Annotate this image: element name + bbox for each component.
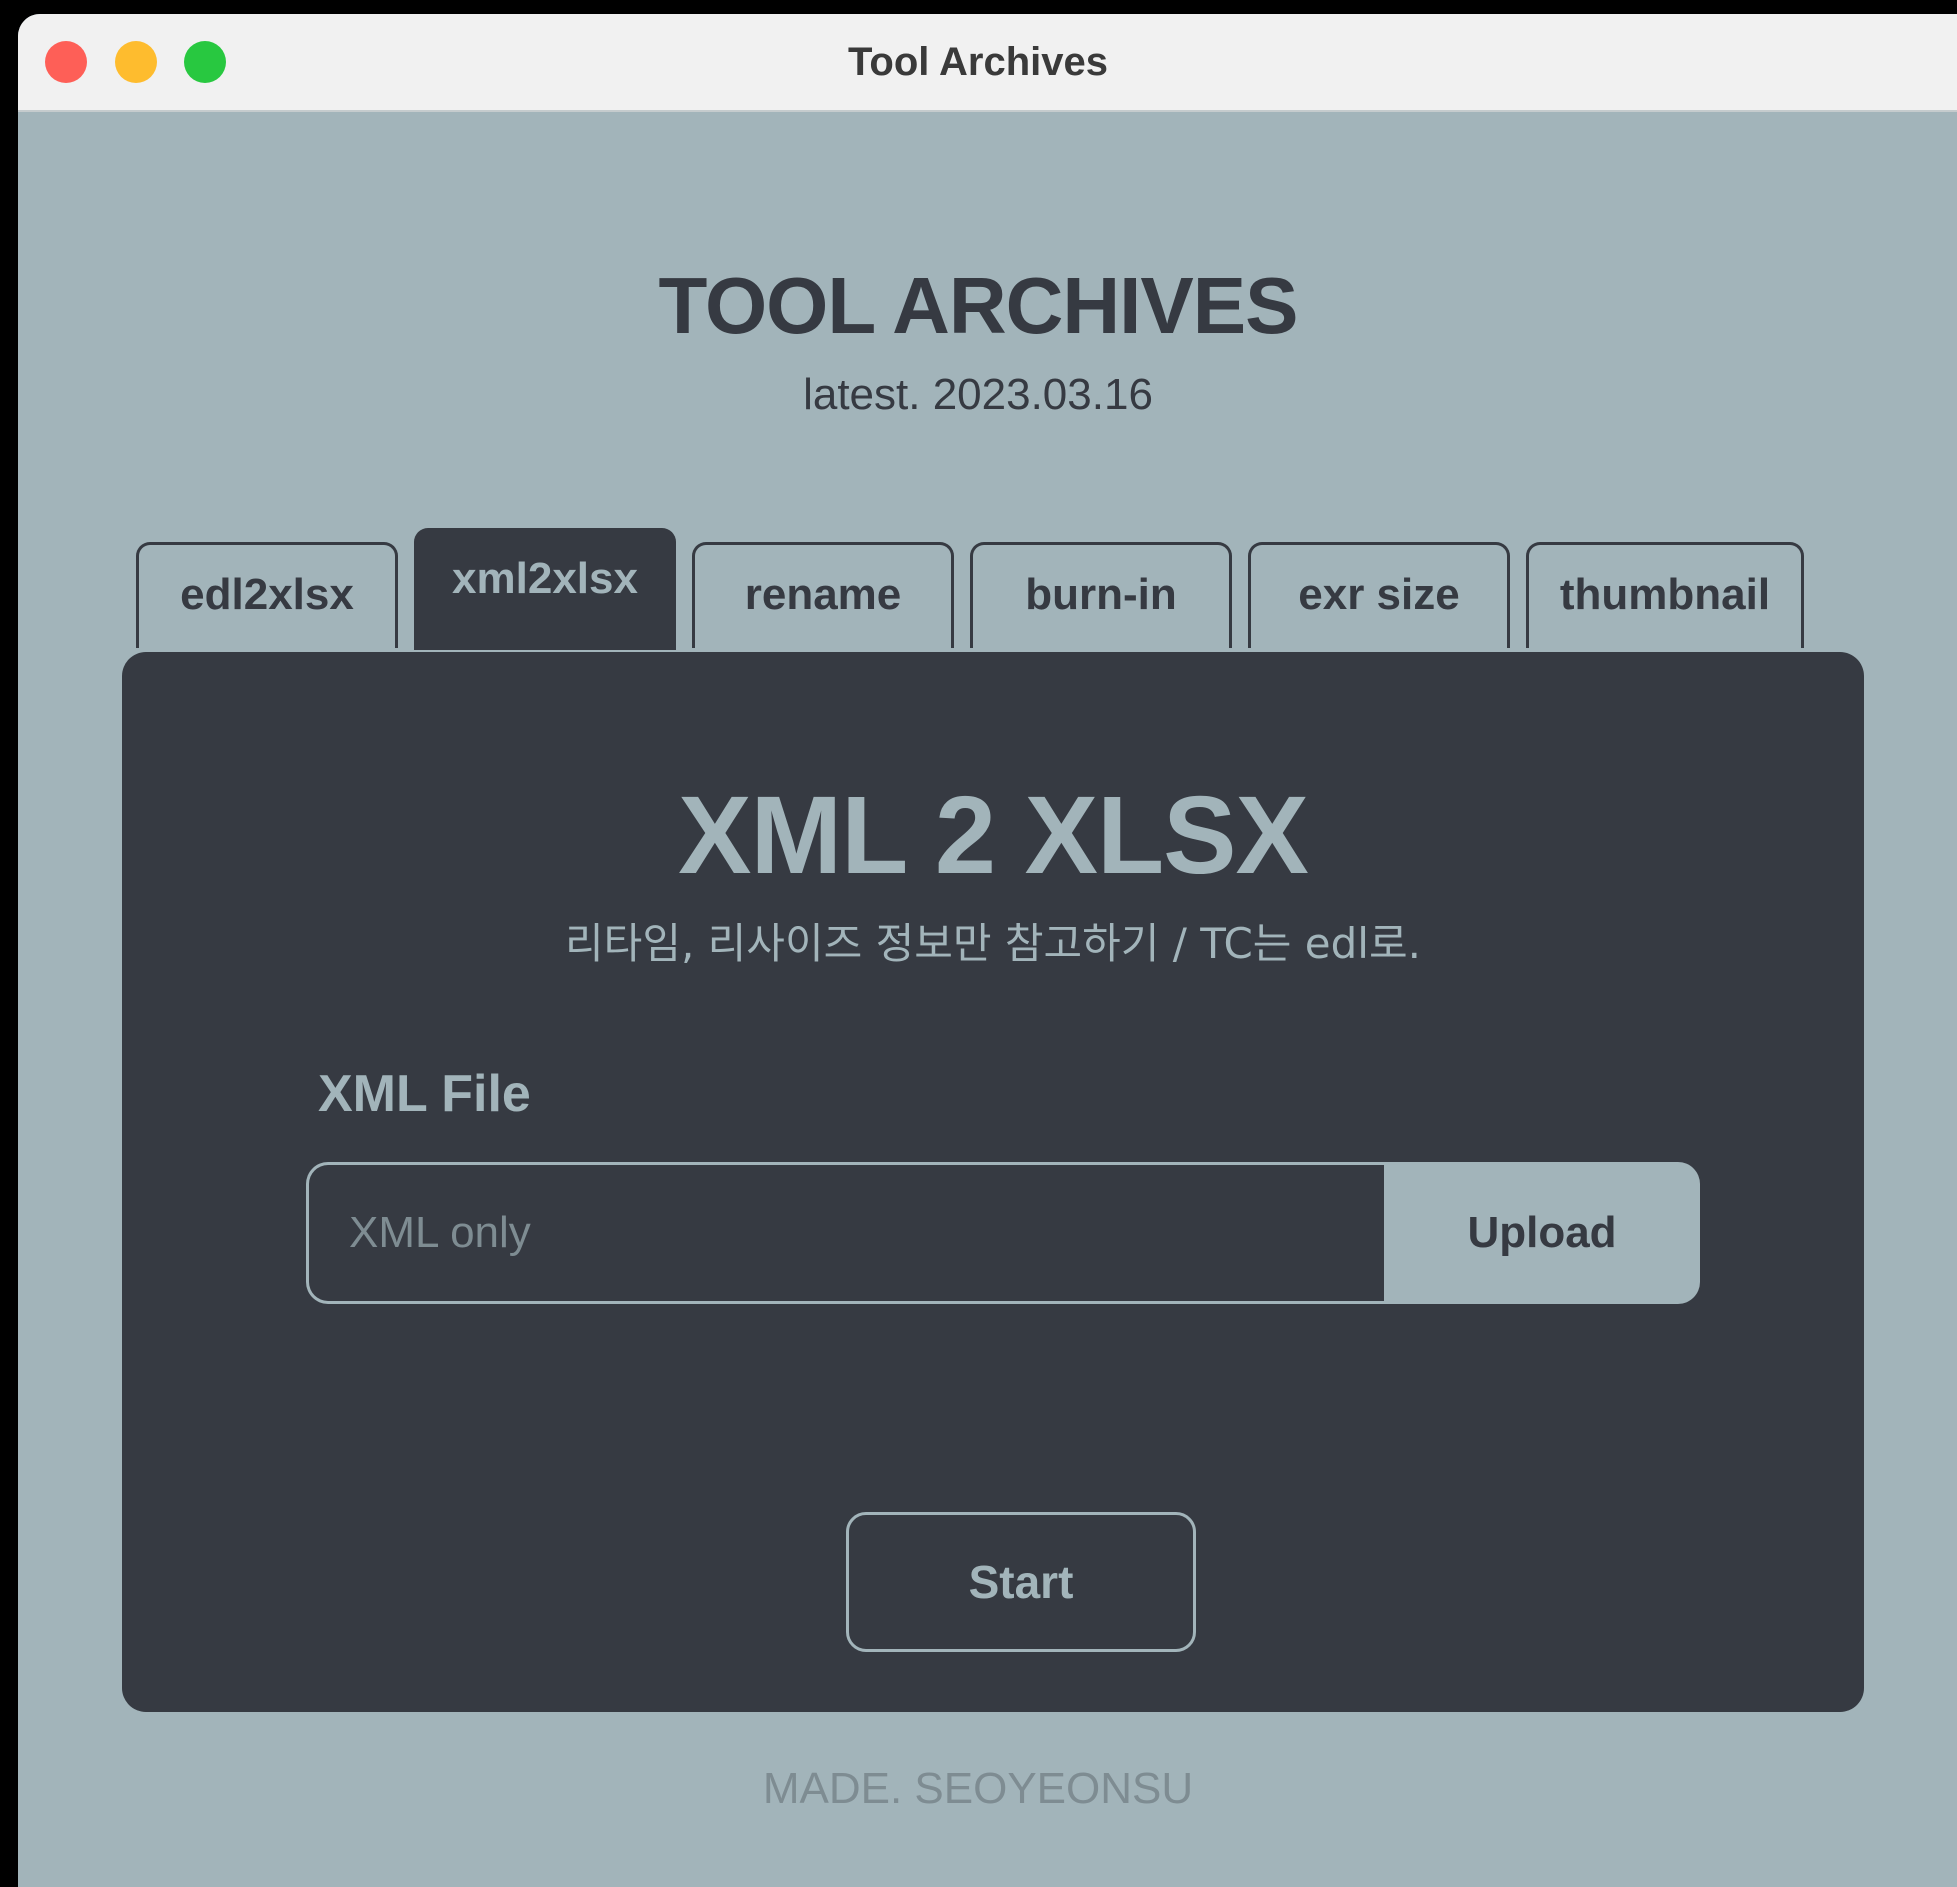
panel-title: XML 2 XLSX (678, 774, 1309, 897)
upload-button[interactable]: Upload (1384, 1162, 1700, 1304)
page-title: TOOL ARCHIVES (658, 261, 1299, 350)
title-bar: Tool Archives (18, 14, 1957, 112)
app-window: Tool Archives TOOL ARCHIVES latest. 2023… (18, 14, 1957, 1887)
file-upload-row: Upload (306, 1162, 1700, 1304)
tab-xml2xlsx[interactable]: xml2xlsx (414, 528, 676, 650)
start-button[interactable]: Start (846, 1512, 1196, 1652)
xml-file-input[interactable] (306, 1162, 1384, 1304)
tab-thumbnail[interactable]: thumbnail (1526, 542, 1804, 648)
panel-description: 리타임, 리사이즈 정보만 참고하기 / TC는 edl로. (565, 919, 1421, 968)
tab-burn-in[interactable]: burn-in (970, 542, 1232, 648)
tool-panel: XML 2 XLSX 리타임, 리사이즈 정보만 참고하기 / TC는 edl로… (122, 652, 1864, 1712)
tab-rename[interactable]: rename (692, 542, 954, 648)
xml-file-label: XML File (318, 1065, 531, 1123)
tab-exr-size[interactable]: exr size (1248, 542, 1510, 648)
tab-edl2xlsx[interactable]: edl2xlsx (136, 542, 398, 648)
window-title: Tool Archives (847, 40, 1109, 84)
footer-credit: MADE. SEOYEONSU (762, 1764, 1194, 1813)
version-label: latest. 2023.03.16 (803, 370, 1153, 419)
